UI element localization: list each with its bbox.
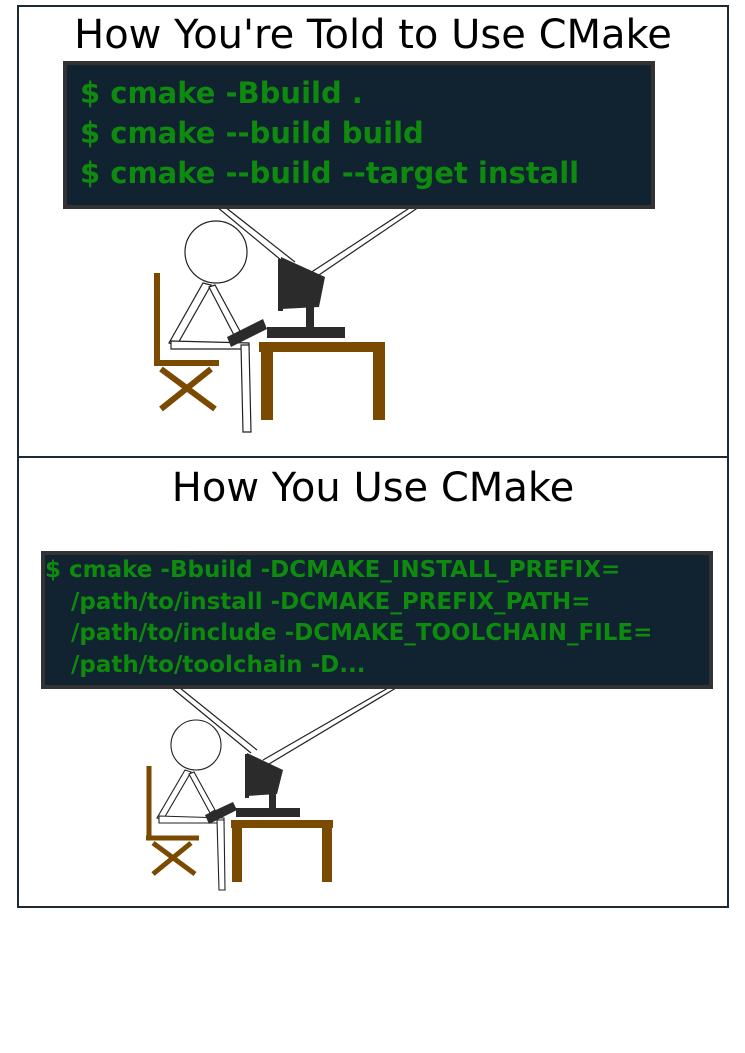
torso [168, 282, 212, 346]
arm [208, 284, 242, 338]
desk [259, 342, 385, 420]
terminal-line: $ cmake -Bbuild . [80, 76, 363, 110]
terminal-window: $ cmake -Bbuild -DCMAKE_INSTALL_PREFIX= … [41, 551, 713, 689]
torso [156, 769, 192, 821]
arm [188, 771, 216, 814]
head [170, 719, 222, 771]
computer-monitor [236, 753, 300, 817]
terminal-line: $ cmake --build --target install [80, 156, 580, 190]
stick-figure-person [168, 220, 252, 433]
comic-panel-bottom: How You Use CMake $ cmake -Bbuild -DCMAK… [17, 456, 729, 908]
terminal-line: /path/to/include -DCMAKE_TOOLCHAIN_FILE= [71, 620, 653, 646]
desk [231, 820, 333, 882]
terminal-line: $ cmake --build build [80, 116, 424, 150]
terminal-window: $ cmake -Bbuild . $ cmake --build build … [63, 61, 655, 209]
terminal-line: /path/to/install -DCMAKE_PREFIX_PATH= [71, 588, 591, 615]
computer-monitor [267, 257, 345, 338]
head [184, 220, 248, 284]
shin [240, 344, 252, 433]
comic-panel-top: How You're Told to Use CMake $ cmake -Bb… [17, 5, 729, 458]
terminal-line: $ cmake -Bbuild -DCMAKE_INSTALL_PREFIX= [45, 557, 621, 583]
shin [216, 819, 226, 891]
screen-projection-beams [216, 206, 420, 280]
terminal-line: /path/to/toolchain -D... [71, 651, 366, 678]
